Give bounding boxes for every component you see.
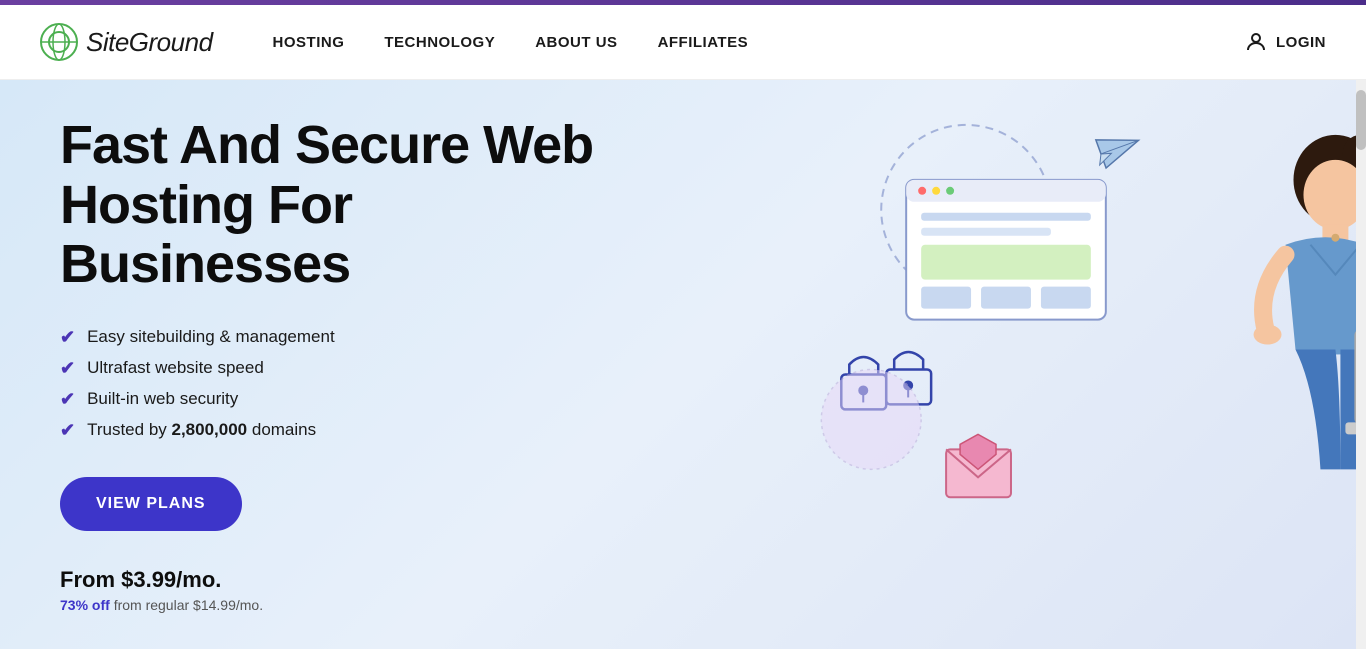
feature-item-4: ✔ Trusted by 2,800,000 domains bbox=[60, 420, 640, 441]
feature-text-1: Easy sitebuilding & management bbox=[87, 327, 335, 347]
regular-price-text: from regular $14.99/mo. bbox=[114, 597, 263, 613]
domain-count: 2,800,000 bbox=[172, 420, 248, 439]
feature-text-2: Ultrafast website speed bbox=[87, 358, 264, 378]
view-plans-button[interactable]: VIEW PLANS bbox=[60, 477, 242, 531]
checkmark-icon-1: ✔ bbox=[60, 327, 75, 348]
logo-icon bbox=[40, 23, 78, 61]
checkmark-icon-4: ✔ bbox=[60, 420, 75, 441]
login-label: LOGIN bbox=[1276, 34, 1326, 51]
nav-about-us[interactable]: ABOUT US bbox=[535, 34, 617, 51]
discount-text: 73% off bbox=[60, 597, 110, 613]
login-button[interactable]: LOGIN bbox=[1244, 30, 1326, 54]
main-nav: HOSTING TECHNOLOGY ABOUT US AFFILIATES bbox=[273, 34, 1244, 51]
feature-text-4: Trusted by 2,800,000 domains bbox=[87, 420, 316, 440]
illustration-svg bbox=[646, 80, 1366, 649]
pricing-block: From $3.99/mo. 73% off from regular $14.… bbox=[60, 567, 640, 613]
checkmark-icon-3: ✔ bbox=[60, 389, 75, 410]
scrollbar-thumb[interactable] bbox=[1356, 90, 1366, 150]
pricing-main-text: From $3.99/mo. bbox=[60, 567, 640, 593]
logo-link[interactable]: SiteGround bbox=[40, 23, 213, 61]
site-header: SiteGround HOSTING TECHNOLOGY ABOUT US A… bbox=[0, 5, 1366, 80]
feature-text-3: Built-in web security bbox=[87, 389, 238, 409]
feature-item-2: ✔ Ultrafast website speed bbox=[60, 358, 640, 379]
checkmark-icon-2: ✔ bbox=[60, 358, 75, 379]
hero-illustration bbox=[646, 80, 1366, 649]
feature-item-3: ✔ Built-in web security bbox=[60, 389, 640, 410]
pricing-sub-text: 73% off from regular $14.99/mo. bbox=[60, 597, 640, 613]
hero-title: Fast And Secure Web Hosting For Business… bbox=[60, 116, 640, 294]
user-icon bbox=[1244, 30, 1268, 54]
logo-text: SiteGround bbox=[86, 27, 213, 58]
nav-affiliates[interactable]: AFFILIATES bbox=[658, 34, 749, 51]
feature-item-1: ✔ Easy sitebuilding & management bbox=[60, 327, 640, 348]
hero-features-list: ✔ Easy sitebuilding & management ✔ Ultra… bbox=[60, 327, 640, 441]
scrollbar[interactable] bbox=[1356, 80, 1366, 649]
hero-section: Fast And Secure Web Hosting For Business… bbox=[0, 80, 1366, 649]
hero-content: Fast And Secure Web Hosting For Business… bbox=[60, 116, 640, 612]
nav-technology[interactable]: TECHNOLOGY bbox=[384, 34, 495, 51]
nav-hosting[interactable]: HOSTING bbox=[273, 34, 345, 51]
